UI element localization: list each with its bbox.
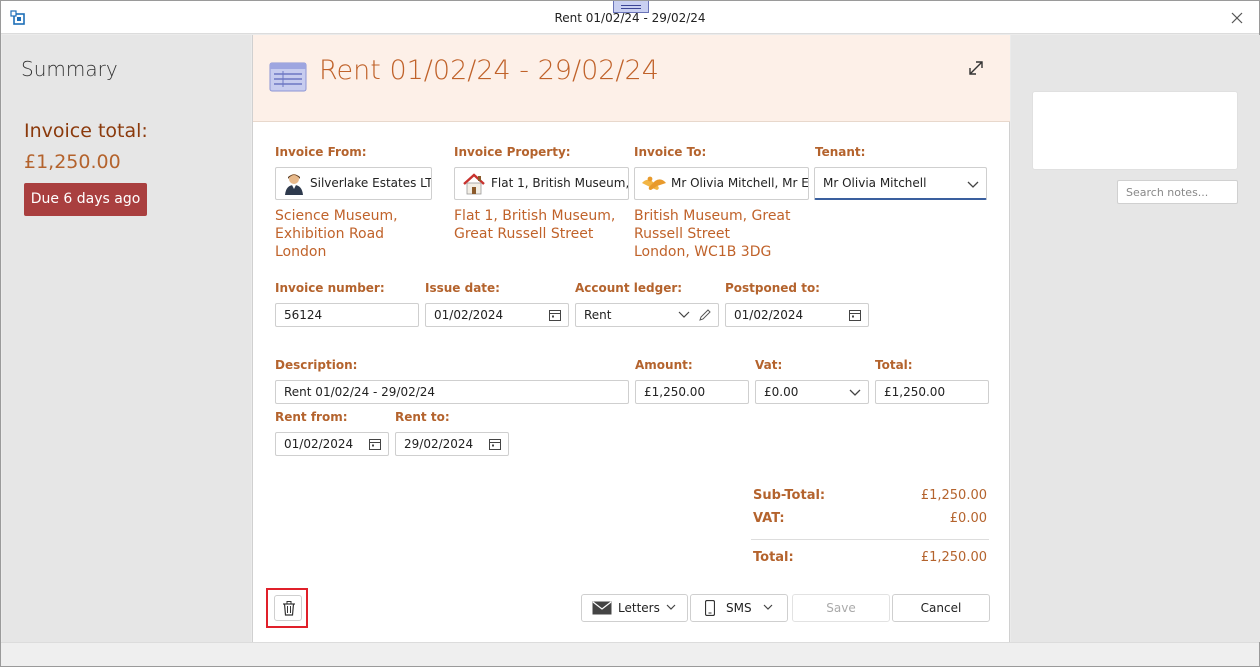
title-bar: Rent 01/02/24 - 29/02/24 — [1, 1, 1259, 34]
calendar-icon[interactable] — [488, 437, 502, 451]
pencil-icon[interactable] — [698, 308, 712, 322]
amount-input[interactable]: £1,250.00 — [635, 380, 749, 404]
invoice-from-value: Silverlake Estates LTD — [310, 176, 432, 190]
calendar-icon[interactable] — [848, 308, 862, 322]
summary-title: Summary — [21, 57, 118, 81]
invoice-total-value: £1,250.00 — [24, 151, 121, 173]
chevron-down-icon — [678, 311, 690, 318]
description-input[interactable]: Rent 01/02/24 - 29/02/24 — [275, 380, 629, 404]
vat-total-value: £0.00 — [949, 511, 987, 526]
person-icon — [285, 174, 303, 195]
tenant-select[interactable]: Mr Olivia Mitchell — [814, 167, 987, 200]
envelope-icon — [592, 601, 612, 615]
house-icon — [463, 173, 485, 195]
chevron-down-icon — [849, 389, 861, 396]
rent-to-picker[interactable]: 29/02/2024 — [395, 432, 509, 456]
grand-total-value: £1,250.00 — [920, 550, 987, 565]
invoice-property-value: Flat 1, British Museum, G — [491, 176, 629, 190]
line-total-input[interactable]: £1,250.00 — [875, 380, 989, 404]
calendar-icon[interactable] — [548, 308, 562, 322]
window-title: Rent 01/02/24 - 29/02/24 — [554, 11, 706, 25]
issue-date-picker[interactable]: 01/02/2024 — [425, 303, 569, 327]
trash-icon — [283, 601, 295, 616]
grand-total-label: Total: — [753, 550, 794, 565]
totals-divider — [751, 539, 989, 540]
status-bar — [1, 642, 1259, 666]
notes-panel — [1011, 35, 1260, 642]
invoice-from-field[interactable]: Silverlake Estates LTD — [275, 167, 432, 200]
save-button[interactable]: Save — [792, 594, 890, 622]
postponed-to-picker[interactable]: 01/02/2024 — [725, 303, 869, 327]
account-ledger-select[interactable]: Rent — [575, 303, 719, 327]
invoice-icon — [269, 62, 307, 92]
subtotal-value: £1,250.00 — [920, 488, 987, 503]
line-total-label: Total: — [875, 358, 913, 372]
invoice-number-input[interactable]: 56124 — [275, 303, 419, 327]
invoice-to-address: British Museum, Great Russell Street Lon… — [634, 208, 791, 260]
calendar-icon[interactable] — [368, 437, 382, 451]
phone-icon — [705, 600, 715, 616]
invoice-number-label: Invoice number: — [275, 281, 385, 295]
issue-date-label: Issue date: — [425, 281, 500, 295]
invoice-property-field[interactable]: Flat 1, British Museum, G — [454, 167, 629, 200]
chevron-down-icon — [666, 604, 676, 610]
description-label: Description: — [275, 358, 358, 372]
rent-to-label: Rent to: — [395, 410, 450, 424]
sms-button[interactable]: SMS — [690, 594, 788, 622]
page-title: Rent 01/02/24 - 29/02/24 — [319, 55, 659, 86]
invoice-from-label: Invoice From: — [275, 145, 367, 159]
vat-label: Vat: — [755, 358, 783, 372]
tenant-label: Tenant: — [815, 145, 866, 159]
summary-panel: Summary Invoice total: £1,250.00 Due 6 d… — [2, 35, 251, 642]
invoice-to-field[interactable]: Mr Olivia Mitchell, Mr Eth — [634, 167, 809, 200]
vat-select[interactable]: £0.00 — [755, 380, 869, 404]
close-icon[interactable] — [1225, 7, 1249, 29]
chevron-down-icon — [763, 604, 773, 610]
handshake-icon — [642, 176, 666, 190]
cancel-button[interactable]: Cancel — [892, 594, 990, 622]
rent-from-label: Rent from: — [275, 410, 348, 424]
invoice-property-label: Invoice Property: — [454, 145, 571, 159]
invoice-to-label: Invoice To: — [634, 145, 707, 159]
drag-handle[interactable] — [613, 1, 649, 13]
delete-button[interactable] — [274, 595, 302, 621]
invoice-editor: Rent 01/02/24 - 29/02/24 Invoice From: S… — [252, 35, 1010, 642]
account-ledger-label: Account ledger: — [575, 281, 683, 295]
invoice-window: Rent 01/02/24 - 29/02/24 Summary Invoice… — [0, 0, 1260, 667]
invoice-property-address: Flat 1, British Museum, Great Russell St… — [454, 208, 616, 242]
chevron-down-icon — [967, 181, 979, 188]
vat-total-label: VAT: — [753, 511, 785, 526]
due-badge: Due 6 days ago — [24, 183, 147, 216]
rent-from-picker[interactable]: 01/02/2024 — [275, 432, 389, 456]
letters-button[interactable]: Letters — [581, 594, 688, 622]
delete-highlight — [266, 588, 308, 628]
invoice-to-value: Mr Olivia Mitchell, Mr Eth — [671, 176, 809, 190]
invoice-total-label: Invoice total: — [24, 120, 148, 142]
search-notes-input[interactable] — [1117, 180, 1238, 204]
amount-label: Amount: — [635, 358, 693, 372]
postponed-to-label: Postponed to: — [725, 281, 820, 295]
tenant-value: Mr Olivia Mitchell — [823, 176, 927, 190]
notes-area[interactable] — [1032, 91, 1238, 170]
invoice-header: Rent 01/02/24 - 29/02/24 — [253, 35, 1010, 122]
invoice-from-address: Science Museum, Exhibition Road London — [275, 208, 398, 260]
subtotal-label: Sub-Total: — [753, 488, 826, 503]
expand-icon[interactable] — [965, 57, 987, 79]
